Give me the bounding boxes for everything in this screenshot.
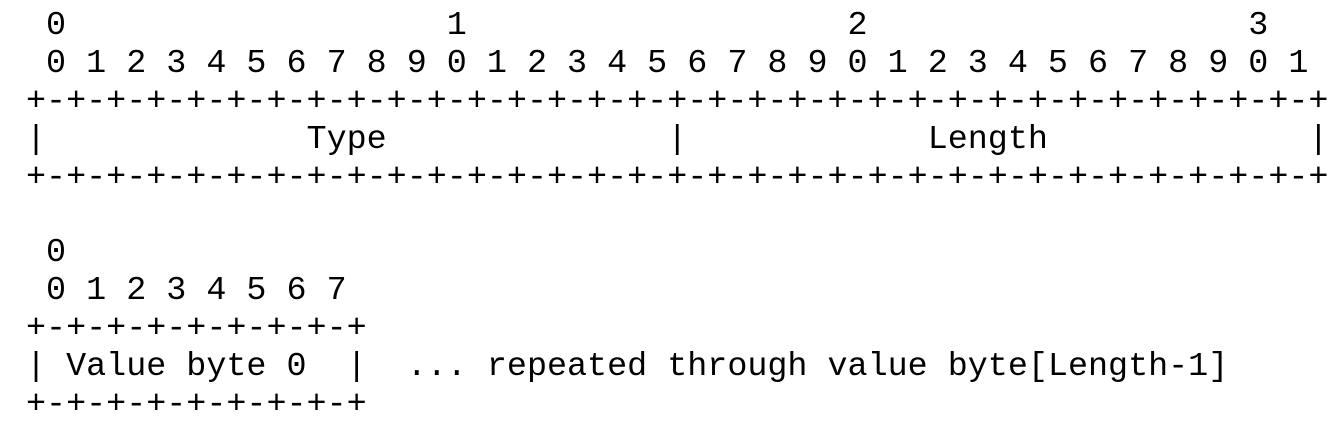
value-border-bottom: +-+-+-+-+-+-+-+-+: [26, 386, 367, 424]
value-bit-tens-row: 0: [26, 234, 67, 272]
value-bit-ones-row: 0 1 2 3 4 5 6 7: [26, 272, 347, 310]
value-fields-row: | Value byte 0 | ... repeated through va…: [26, 348, 1229, 386]
header-border-top: +-+-+-+-+-+-+-+-+-+-+-+-+-+-+-+-+-+-+-+-…: [26, 83, 1329, 121]
header-border-bottom: +-+-+-+-+-+-+-+-+-+-+-+-+-+-+-+-+-+-+-+-…: [26, 159, 1329, 197]
header-bit-tens-row: 0 1 2 3: [26, 7, 1269, 45]
header-bit-ones-row: 0 1 2 3 4 5 6 7 8 9 0 1 2 3 4 5 6 7 8 9 …: [26, 45, 1309, 83]
value-border-top: +-+-+-+-+-+-+-+-+: [26, 310, 367, 348]
tlv-packet-diagram: 0 1 2 3 0 1 2 3 4 5 6 7 8 9 0 1 2 3 4 5 …: [0, 0, 1343, 433]
header-fields-row: | Type | Length |: [26, 121, 1329, 159]
